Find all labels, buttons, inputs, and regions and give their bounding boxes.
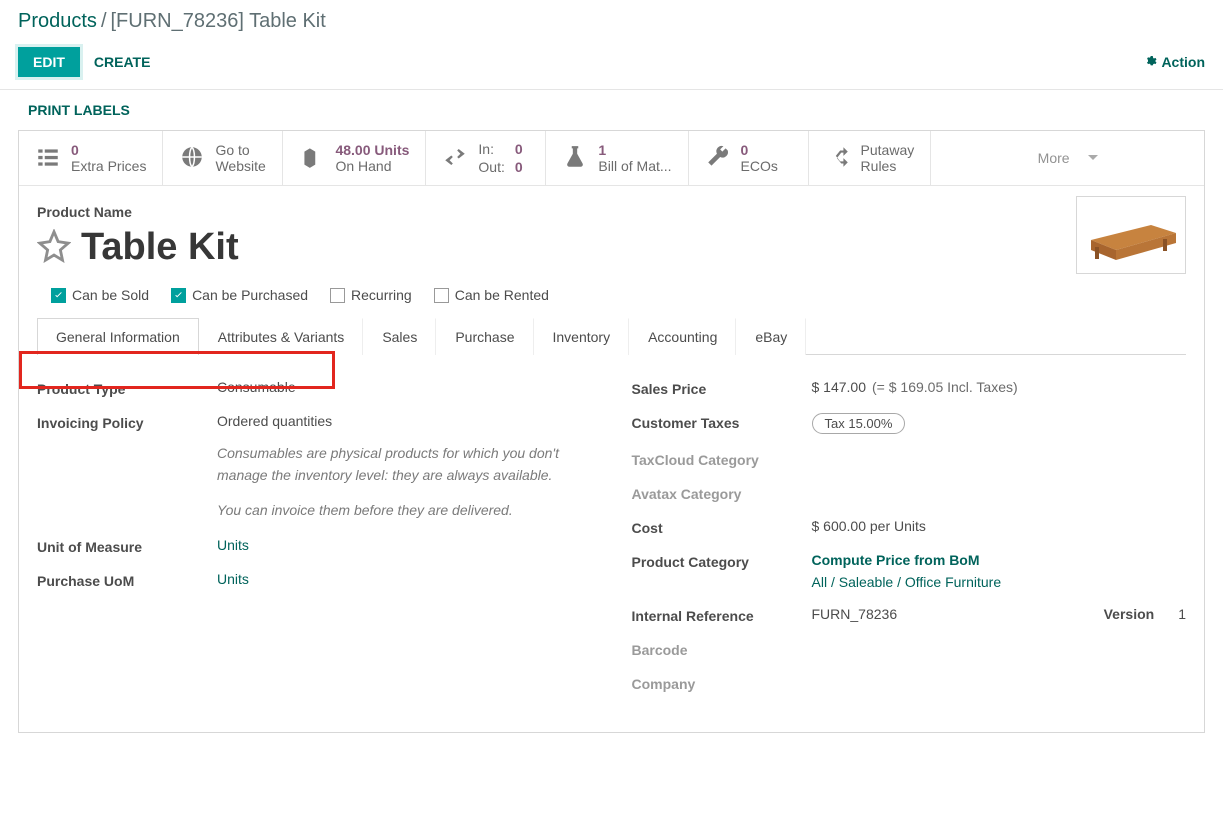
version-label: Version	[1104, 606, 1155, 624]
compute-price-link[interactable]: Compute Price from BoM	[812, 552, 1187, 568]
check-can-be-purchased[interactable]: Can be Purchased	[171, 287, 308, 303]
field-barcode: Barcode	[632, 640, 1187, 658]
tab-inventory[interactable]: Inventory	[534, 318, 630, 355]
tab-sales[interactable]: Sales	[363, 318, 436, 355]
field-sales-price: Sales Price $ 147.00(= $ 169.05 Incl. Ta…	[632, 379, 1187, 397]
field-cost: Cost $ 600.00 per Units	[632, 518, 1187, 536]
wrench-icon	[705, 144, 731, 173]
tabs: General Information Attributes & Variant…	[37, 317, 1186, 355]
checkbox-icon	[330, 288, 345, 303]
stat-ecos[interactable]: 0ECOs	[689, 131, 809, 185]
product-image[interactable]	[1076, 196, 1186, 274]
field-uom: Unit of Measure Units	[37, 537, 592, 555]
stat-extra-prices[interactable]: 0Extra Prices	[19, 131, 163, 185]
flask-icon	[562, 144, 588, 173]
checkbox-icon	[171, 288, 186, 303]
tab-ebay[interactable]: eBay	[736, 318, 806, 355]
breadcrumb-current: [FURN_78236] Table Kit	[111, 10, 326, 32]
field-product-category: Product Category Compute Price from BoM …	[632, 552, 1187, 590]
field-avatax: Avatax Category	[632, 484, 1187, 502]
favorite-star-icon[interactable]	[37, 229, 71, 266]
list-icon	[35, 144, 61, 173]
checkbox-icon	[434, 288, 449, 303]
product-name-label: Product Name	[37, 204, 1186, 220]
action-label: Action	[1161, 54, 1205, 70]
transfer-icon	[442, 144, 468, 173]
highlight-annotation	[19, 351, 335, 389]
stat-onhand[interactable]: 48.00 UnitsOn Hand	[283, 131, 426, 185]
tab-general-information[interactable]: General Information	[37, 318, 199, 355]
purchase-uom-link[interactable]: Units	[217, 571, 249, 587]
boxes-icon	[299, 144, 325, 173]
caret-down-icon	[1088, 150, 1098, 166]
breadcrumb-separator: /	[101, 10, 107, 32]
toolbar: EDIT CREATE Action	[0, 37, 1223, 90]
check-can-be-sold[interactable]: Can be Sold	[51, 287, 149, 303]
shuffle-icon	[825, 144, 851, 173]
globe-icon	[179, 144, 205, 173]
check-can-be-rented[interactable]: Can be Rented	[434, 287, 549, 303]
breadcrumb: Products/[FURN_78236] Table Kit	[0, 0, 1223, 37]
gear-icon	[1145, 54, 1157, 70]
field-internal-reference: Internal Reference FURN_78236 Version 1	[632, 606, 1187, 624]
tab-purchase[interactable]: Purchase	[436, 318, 533, 355]
invoicing-hint-1: Consumables are physical products for wh…	[217, 443, 592, 486]
action-dropdown[interactable]: Action	[1145, 54, 1205, 70]
tab-attributes-variants[interactable]: Attributes & Variants	[199, 318, 364, 355]
print-labels-button[interactable]: PRINT LABELS	[0, 90, 1223, 130]
check-recurring[interactable]: Recurring	[330, 287, 412, 303]
stat-bom[interactable]: 1Bill of Mat...	[546, 131, 688, 185]
field-invoicing-policy: Invoicing Policy Ordered quantities Cons…	[37, 413, 592, 521]
checkbox-icon	[51, 288, 66, 303]
stat-website[interactable]: Go toWebsite	[163, 131, 283, 185]
stat-buttons: 0Extra Prices Go toWebsite 48.00 UnitsOn…	[19, 131, 1204, 186]
uom-link[interactable]: Units	[217, 537, 249, 553]
field-purchase-uom: Purchase UoM Units	[37, 571, 592, 589]
stat-more[interactable]: More	[931, 131, 1204, 185]
invoicing-hint-2: You can invoice them before they are del…	[217, 500, 592, 521]
field-customer-taxes: Customer Taxes Tax 15.00%	[632, 413, 1187, 434]
invoicing-policy-value: Ordered quantities	[217, 413, 332, 429]
stat-putaway[interactable]: PutawayRules	[809, 131, 932, 185]
create-button[interactable]: CREATE	[80, 48, 165, 76]
version-value: 1	[1178, 606, 1186, 624]
field-company: Company	[632, 674, 1187, 692]
tax-tag[interactable]: Tax 15.00%	[812, 413, 906, 434]
product-name: Table Kit	[81, 226, 239, 269]
breadcrumb-root[interactable]: Products	[18, 10, 97, 32]
tab-accounting[interactable]: Accounting	[629, 318, 736, 355]
category-link[interactable]: All / Saleable / Office Furniture	[812, 574, 1002, 590]
stat-inout[interactable]: In:0 Out:0	[426, 131, 546, 185]
edit-button[interactable]: EDIT	[18, 47, 80, 77]
field-taxcloud: TaxCloud Category	[632, 450, 1187, 468]
